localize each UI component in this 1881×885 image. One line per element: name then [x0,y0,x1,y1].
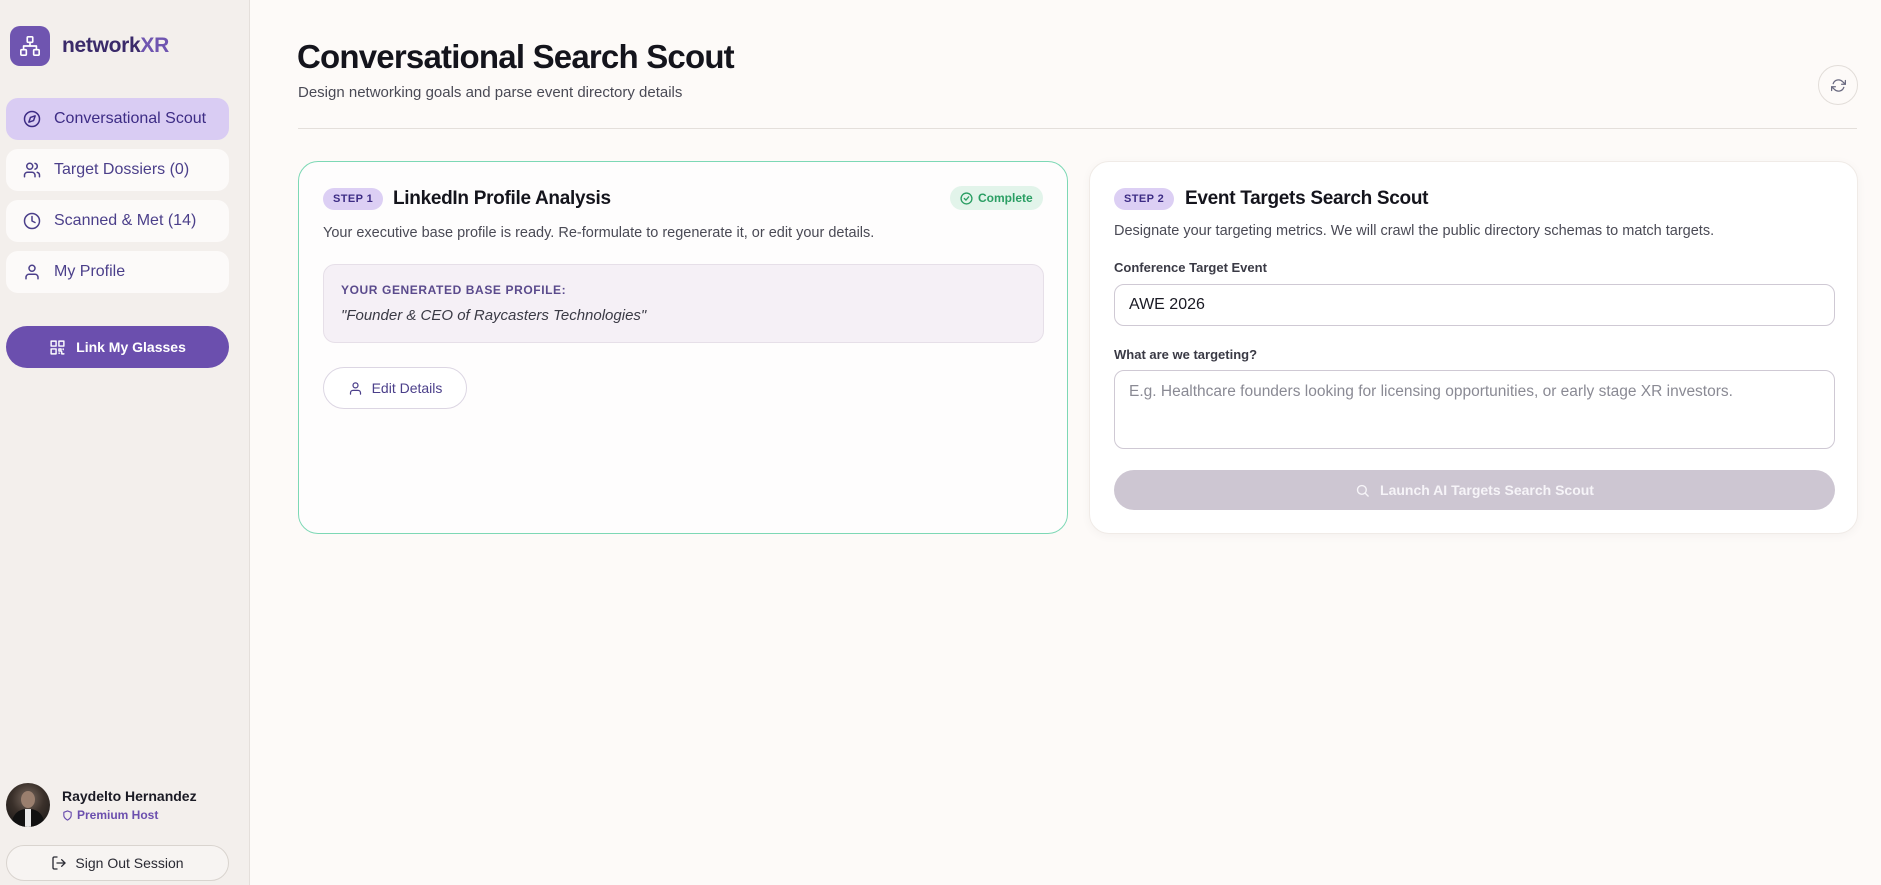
users-icon [22,160,42,180]
step1-title: LinkedIn Profile Analysis [393,188,611,209]
step1-description: Your executive base profile is ready. Re… [323,225,875,241]
user-name: Raydelto Hernandez [62,788,197,804]
avatar [6,783,50,827]
step2-title: Event Targets Search Scout [1185,188,1429,209]
clock-icon [22,211,42,231]
status-badge: Complete [950,186,1043,210]
sidebar-item-label: Target Dossiers (0) [54,161,190,178]
network-logo-icon [10,26,50,66]
user-role-label: Premium Host [77,808,159,822]
sidebar: networkXR Conversational Scout Target Do… [0,0,250,885]
step2-description: Designate your targeting metrics. We wil… [1114,223,1715,239]
link-glasses-label: Link My Glasses [76,339,186,355]
edit-details-label: Edit Details [371,380,443,396]
sign-out-button[interactable]: Sign Out Session [6,845,229,881]
user-role: Premium Host [62,808,197,822]
profile-label: YOUR GENERATED BASE PROFILE: [341,283,567,297]
user-icon [348,381,363,396]
check-circle-icon [960,191,973,205]
sign-out-label: Sign Out Session [75,855,184,871]
user-info: Raydelto Hernandez Premium Host [62,788,197,822]
profile-value: "Founder & CEO of Raycasters Technologie… [341,307,647,324]
refresh-icon [1830,78,1846,93]
sidebar-item-scanned-met[interactable]: Scanned & Met (14) [6,200,229,242]
status-label: Complete [978,191,1033,205]
edit-details-button[interactable]: Edit Details [323,367,467,409]
page-subtitle: Design networking goals and parse event … [298,84,683,101]
user-card[interactable]: Raydelto Hernandez Premium Host [6,783,197,827]
brand[interactable]: networkXR [10,26,169,66]
logout-icon [51,855,67,871]
page-title: Conversational Search Scout [297,38,735,75]
brand-suffix: XR [140,34,169,57]
event-input[interactable] [1114,284,1835,326]
sidebar-item-label: Scanned & Met (14) [54,212,197,229]
sidebar-item-label: Conversational Scout [54,110,207,127]
brand-name: networkXR [62,34,169,58]
step1-card: STEP 1 LinkedIn Profile Analysis Complet… [298,161,1068,534]
refresh-button[interactable] [1818,65,1858,105]
sidebar-item-conversational-scout[interactable]: Conversational Scout [6,98,229,140]
search-icon [1355,483,1370,498]
sidebar-item-my-profile[interactable]: My Profile [6,251,229,293]
qr-code-icon [49,339,66,356]
compass-icon [22,109,42,129]
shield-icon [62,809,73,821]
sidebar-item-target-dossiers[interactable]: Target Dossiers (0) [6,149,229,191]
header-divider [298,128,1857,129]
step2-card: STEP 2 Event Targets Search Scout Design… [1089,161,1858,534]
link-glasses-button[interactable]: Link My Glasses [6,326,229,368]
target-textarea[interactable] [1114,370,1835,449]
launch-search-label: Launch AI Targets Search Scout [1380,482,1594,498]
user-icon [22,262,42,282]
step2-pill: STEP 2 [1114,188,1175,210]
generated-profile-box: YOUR GENERATED BASE PROFILE: "Founder & … [323,264,1044,343]
target-field-label: What are we targeting? [1114,347,1258,362]
launch-search-button[interactable]: Launch AI Targets Search Scout [1114,470,1835,510]
brand-prefix: network [62,34,141,57]
step1-pill: STEP 1 [323,188,384,210]
sidebar-item-label: My Profile [54,263,126,280]
event-field-label: Conference Target Event [1114,260,1267,275]
